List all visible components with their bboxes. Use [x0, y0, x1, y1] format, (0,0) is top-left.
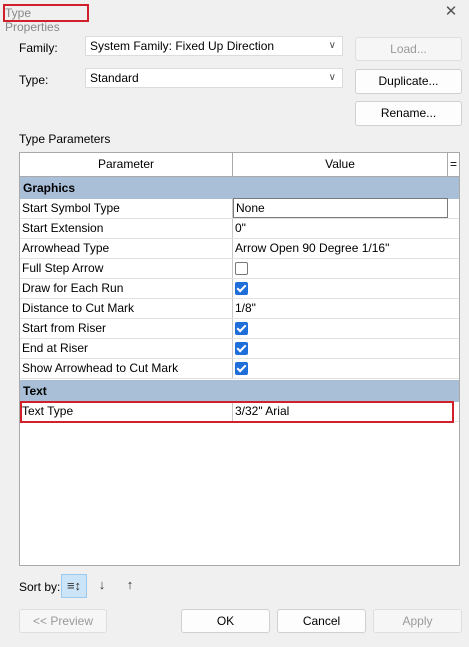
table-row[interactable]: Arrowhead Type Arrow Open 90 Degree 1/16… [20, 239, 459, 259]
start-symbol-type-field[interactable]: None [233, 198, 448, 218]
type-parameters-label: Type Parameters [19, 132, 111, 146]
type-parameters-grid: Parameter Value = Graphics Start Symbol … [19, 152, 460, 566]
table-row[interactable]: Full Step Arrow [20, 259, 459, 279]
start-from-riser-checkbox[interactable] [235, 322, 248, 335]
param-name: Distance to Cut Mark [20, 299, 233, 318]
full-step-arrow-checkbox[interactable] [235, 262, 248, 275]
family-select[interactable]: System Family: Fixed Up Direction ∨ [85, 36, 343, 56]
group-header-text[interactable]: Text [20, 380, 459, 402]
column-header-parameter[interactable]: Parameter [20, 153, 233, 177]
param-value[interactable]: 1/8" [233, 299, 447, 318]
param-value-cell [233, 259, 447, 278]
close-icon[interactable]: ✕ [443, 4, 459, 20]
param-name: Start Extension [20, 219, 233, 238]
load-button[interactable]: Load... [355, 37, 462, 61]
param-value-cell [233, 359, 447, 378]
table-row[interactable]: Distance to Cut Mark 1/8" [20, 299, 459, 319]
param-value-cell [233, 319, 447, 338]
table-row[interactable]: Start Symbol Type None [20, 198, 459, 219]
param-value-cell [233, 279, 447, 298]
family-value: System Family: Fixed Up Direction [90, 39, 275, 53]
preview-button[interactable]: << Preview [19, 609, 107, 633]
window-title: Type Properties [3, 4, 89, 34]
chevron-down-icon: ∨ [328, 72, 336, 83]
sort-ascending-icon[interactable]: ↓ [89, 574, 115, 598]
sort-by-group-icon[interactable]: ≡↕ [61, 574, 87, 598]
column-header-extra[interactable]: = [448, 153, 459, 177]
table-row[interactable]: Draw for Each Run [20, 279, 459, 299]
type-value: Standard [90, 71, 139, 85]
param-value[interactable]: Arrow Open 90 Degree 1/16" [233, 239, 447, 258]
sort-by-label: Sort by: [19, 580, 61, 594]
param-name: End at Riser [20, 339, 233, 358]
cancel-button[interactable]: Cancel [277, 609, 366, 633]
apply-button[interactable]: Apply [373, 609, 462, 633]
sort-descending-icon[interactable]: ↑ [117, 574, 143, 598]
end-at-riser-checkbox[interactable] [235, 342, 248, 355]
family-label: Family: [19, 41, 58, 55]
type-label: Type: [19, 73, 49, 87]
duplicate-button[interactable]: Duplicate... [355, 69, 462, 94]
ok-button[interactable]: OK [181, 609, 270, 633]
param-value[interactable]: 0" [233, 219, 447, 238]
group-header-graphics[interactable]: Graphics [20, 177, 459, 199]
param-name: Start from Riser [20, 319, 233, 338]
param-name: Draw for Each Run [20, 279, 233, 298]
table-row[interactable]: Start Extension 0" [20, 219, 459, 239]
table-row[interactable]: Show Arrowhead to Cut Mark [20, 359, 459, 379]
rename-button[interactable]: Rename... [355, 101, 462, 126]
table-row[interactable]: Start from Riser [20, 319, 459, 339]
param-name: Arrowhead Type [20, 239, 233, 258]
show-arrowhead-to-cut-mark-checkbox[interactable] [235, 362, 248, 375]
param-value-cell [233, 339, 447, 358]
text-type-row-highlight [20, 401, 454, 423]
param-name: Start Symbol Type [20, 199, 233, 218]
type-select[interactable]: Standard ∨ [85, 68, 343, 88]
param-name: Show Arrowhead to Cut Mark [20, 359, 233, 378]
column-header-value[interactable]: Value [233, 153, 448, 177]
table-row[interactable]: End at Riser [20, 339, 459, 359]
param-name: Full Step Arrow [20, 259, 233, 278]
chevron-down-icon: ∨ [328, 40, 336, 51]
draw-for-each-run-checkbox[interactable] [235, 282, 248, 295]
